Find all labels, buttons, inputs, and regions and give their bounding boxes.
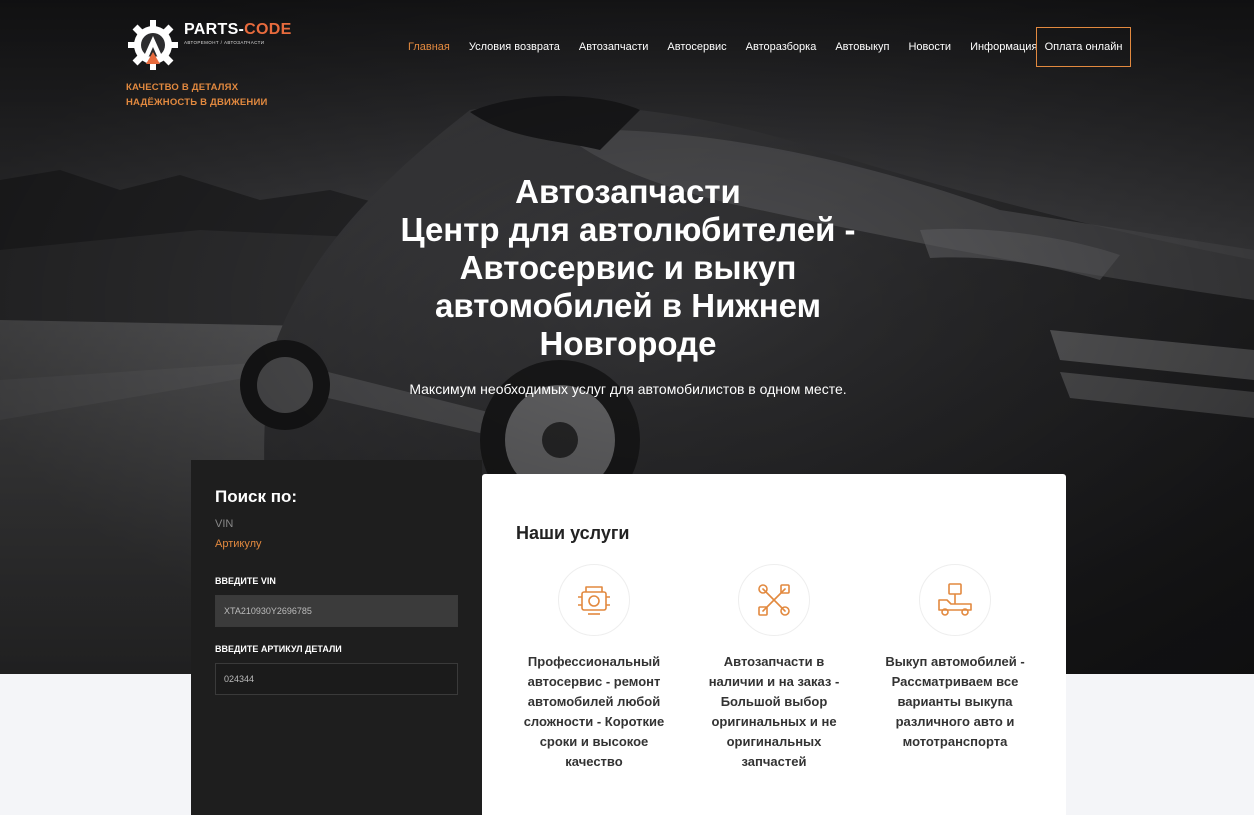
- service-line: различного авто и: [895, 714, 1015, 729]
- service-line: сложности - Короткие: [523, 714, 665, 729]
- service-line: мототранспорта: [902, 734, 1008, 749]
- slogan-line-2: НАДЁЖНОСТЬ В ДВИЖЕНИИ: [126, 97, 268, 108]
- hero-title-line: Центр для автолюбителей -: [400, 211, 856, 248]
- service-line: оригинальных: [726, 734, 822, 749]
- search-heading: Поиск по:: [215, 487, 298, 506]
- service-line: Профессиональный: [527, 654, 661, 669]
- nav-item-news[interactable]: Новости: [908, 41, 951, 53]
- services-panel: Наши услуги Профессиональный автосервис …: [482, 474, 1066, 815]
- service-line: сроки и высокое: [539, 734, 649, 749]
- hero-title: Автозапчасти Центр для автолюбителей - А…: [370, 173, 886, 363]
- brand-name-accent: CODE: [244, 21, 292, 38]
- main-nav: Главная Условия возврата Автозапчасти Ав…: [408, 38, 1056, 56]
- service-text-buyout: Выкуп автомобилей - Рассматриваем все ва…: [870, 652, 1040, 752]
- pay-online-button[interactable]: Оплата онлайн: [1036, 27, 1131, 67]
- hero-title-line: Автозапчасти: [515, 173, 741, 210]
- nav-item-parts[interactable]: Автозапчасти: [579, 41, 649, 53]
- service-line: оригинальных и не: [711, 714, 837, 729]
- gear-logo-icon: [128, 20, 178, 70]
- hero-title-line: Новгороде: [539, 325, 717, 362]
- hero-title-line: автомобилей в Нижнем: [434, 287, 822, 324]
- article-label: ВВЕДИТЕ АРТИКУЛ ДЕТАЛИ: [215, 644, 342, 654]
- nav-item-dismantling[interactable]: Авторазборка: [746, 41, 817, 53]
- slogan-line-1: КАЧЕСТВО В ДЕТАЛЯХ: [126, 82, 239, 93]
- brand-name-main: PARTS-: [184, 21, 245, 38]
- nav-item-service[interactable]: Автосервис: [667, 41, 726, 53]
- tools-icon[interactable]: [738, 564, 810, 636]
- service-line: автосервис - ремонт: [527, 674, 661, 689]
- nav-item-home[interactable]: Главная: [408, 41, 450, 53]
- search-option-article[interactable]: Артикулу: [215, 538, 262, 550]
- service-text-autoservice: Профессиональный автосервис - ремонт авт…: [509, 652, 679, 772]
- brand-tagline: АВТОРЕМОНТ / АВТОЗАПЧАСТИ: [184, 40, 265, 45]
- hero-title-line: Автосервис и выкуп: [459, 249, 797, 286]
- nav-item-info[interactable]: Информация: [970, 41, 1037, 53]
- service-line: качество: [565, 754, 623, 769]
- nav-item-returns[interactable]: Условия возврата: [469, 41, 560, 53]
- service-line: Автозапчасти в: [723, 654, 825, 669]
- brand-name: PARTS-CODE: [184, 21, 292, 39]
- service-text-parts: Автозапчасти в наличии и на заказ - Боль…: [689, 652, 859, 772]
- vin-label: ВВЕДИТЕ VIN: [215, 576, 276, 586]
- service-line: наличии и на заказ -: [708, 674, 840, 689]
- tow-truck-icon[interactable]: [919, 564, 991, 636]
- engine-icon[interactable]: [558, 564, 630, 636]
- services-heading: Наши услуги: [516, 523, 630, 543]
- service-line: запчастей: [741, 754, 807, 769]
- service-line: Выкуп автомобилей -: [885, 654, 1025, 669]
- article-input[interactable]: 024344: [215, 663, 458, 695]
- service-line: Рассматриваем все: [891, 674, 1019, 689]
- nav-item-buyout[interactable]: Автовыкуп: [835, 41, 889, 53]
- service-line: Большой выбор: [720, 694, 828, 709]
- service-line: варианты выкупа: [897, 694, 1013, 709]
- hero-subtitle: Максимум необходимых услуг для автомобил…: [409, 381, 847, 397]
- service-line: автомобилей любой: [527, 694, 661, 709]
- search-option-vin[interactable]: VIN: [215, 518, 233, 530]
- search-panel: Поиск по: VIN Артикулу ВВЕДИТЕ VIN XTA21…: [191, 460, 482, 815]
- vin-input[interactable]: XTA210930Y2696785: [215, 595, 458, 627]
- brand-slogan: КАЧЕСТВО В ДЕТАЛЯХ НАДЁЖНОСТЬ В ДВИЖЕНИИ: [126, 80, 268, 110]
